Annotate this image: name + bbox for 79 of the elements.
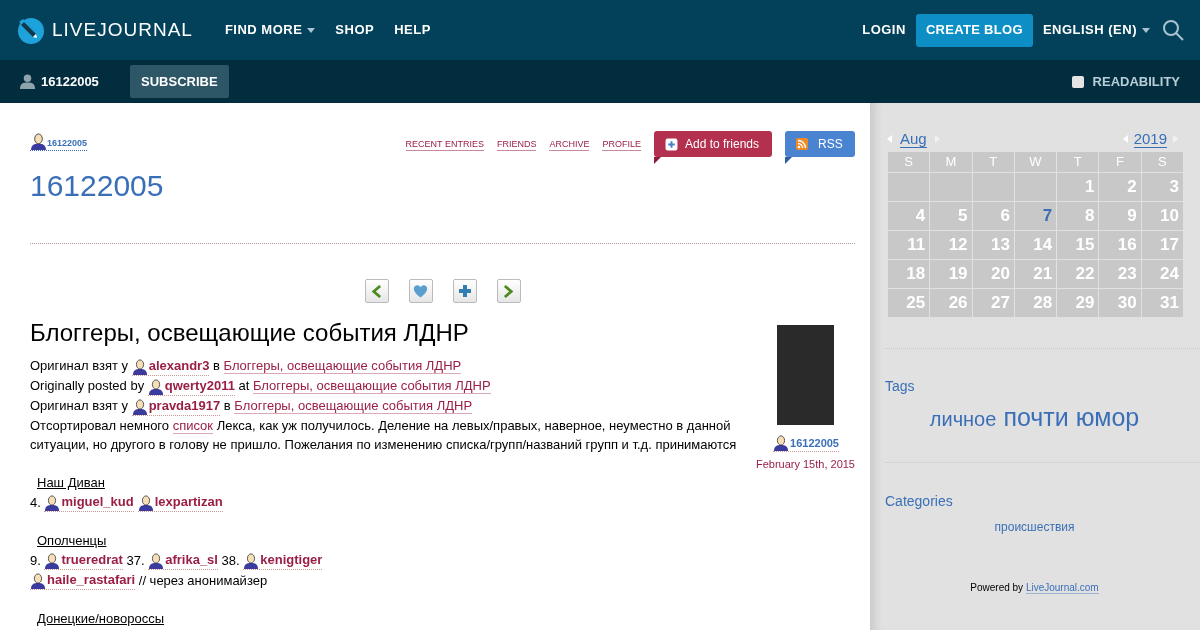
login-link[interactable]: LOGIN [862,20,906,40]
user-icon [243,553,260,569]
memories-button[interactable] [408,279,433,303]
journal-nav-link[interactable]: FRIENDS [496,139,537,151]
section-heading: Ополченцы [37,533,107,548]
tag-link[interactable]: юмор [1075,398,1140,436]
entry-text: Originally posted by qwerty2011 at Блоггеры, освещающие события ЛДНР [30,376,745,396]
entry-text: Оригинал взят у pravda1917 в Блоггеры, освещающие события ЛДНР [30,396,745,416]
livejournal-link[interactable]: LiveJournal.com [1025,582,1099,594]
user-icon [131,399,148,415]
caret-icon [1142,27,1150,33]
nav-link[interactable]: HELP [394,20,431,40]
post-link[interactable]: список [172,418,214,434]
add-button[interactable] [452,279,477,303]
journal-username: 16122005 [41,72,99,91]
month-link[interactable]: Aug [900,130,927,148]
logo-text: LIVEJOURNAL [52,17,193,42]
user-icon [44,553,61,569]
language-selector[interactable]: ENGLISH (EN) [1042,20,1150,40]
post-link[interactable]: Блоггеры, освещающие события ЛДНР [234,398,473,414]
user-icon [131,359,148,375]
entry-text: haile_rastafari // через анонимайзер [30,570,745,590]
plus-icon [457,284,472,298]
rss-button[interactable]: RSS [785,131,855,157]
category-link[interactable]: происшествия [994,518,1075,536]
readability-label: READABILITY [1092,72,1180,91]
user-icon [30,133,47,150]
section-heading: Донецкие/новороссы [37,611,165,626]
section-heading: Наш Диван [37,475,105,490]
entry-text: 4. miguel_kud lexpartizan [30,492,224,512]
user-link[interactable]: trueredrat [44,550,123,570]
plus-icon [665,137,678,151]
user-link[interactable]: qwerty2011 [147,376,235,396]
journal-nav-link[interactable]: PROFILE [602,139,641,151]
user-icon [147,379,164,395]
post-link[interactable]: Блоггеры, освещающие события ЛДНР [223,358,462,374]
categories-heading: Categories [885,492,954,511]
tags-heading: Tags [885,376,916,396]
previous-button[interactable] [364,279,389,303]
subscribe-button[interactable]: SUBSCRIBE [129,65,229,98]
user-link[interactable]: afrika_sl [148,550,218,570]
journal-title: 16122005 [30,169,165,203]
entry-date: February 15th, 2015 [755,457,855,472]
logo-icon [16,16,44,44]
add-to-friends-button[interactable]: Add to friends [654,131,772,157]
user-icon [148,553,165,569]
journal-nav-link[interactable]: ARCHIVE [549,139,590,151]
entry-text: Оригинал взят у alexandr3 в Блоггеры, освещающие события ЛДНР [30,356,745,376]
rss-icon [796,138,808,150]
user-link[interactable]: haile_rastafari [30,570,136,590]
create-blog-button[interactable]: CREATE BLOG [915,13,1033,47]
user-icon [30,573,46,589]
user-icon [773,435,790,451]
caret-icon [307,27,316,33]
powered-by-text: Powered by LiveJournal.com [969,581,1100,595]
year-link[interactable]: 2019 [1133,130,1167,148]
nav-link[interactable]: FIND MORE [224,20,316,40]
entry-text: Отсортировал немного список Лекса, как уж получилось. Деление на левых/правых, наверное, неуместно в данной ситуации, но другого в голову не пришло. Пожелания по изменению списка/групп/названий групп и т.д. принимаются [30,417,738,454]
user-icon [44,495,61,511]
next-button[interactable] [496,279,521,303]
post-link[interactable]: Блоггеры, освещающие события ЛДНР [252,378,491,394]
nav-link[interactable]: SHOP [335,20,375,40]
journal-user-link[interactable]: 16122005 [30,133,88,151]
heart-icon [413,284,428,298]
readability-checkbox[interactable] [1071,75,1084,88]
user-icon [20,74,35,89]
user-link[interactable]: lexpartizan [137,492,223,512]
entry-text: 9. trueredrat 37. afrika_sl 38. kenigtiger [30,550,324,570]
tag-link[interactable]: личное [929,403,997,434]
user-link[interactable]: alexandr3 [131,356,210,376]
user-icon [137,495,154,511]
tag-link[interactable]: почти [1003,398,1069,436]
user-link[interactable]: 16122005 [773,434,839,452]
journal-nav-link[interactable]: RECENT ENTRIES [405,139,484,151]
entry-title: Блоггеры, освещающие события ЛДНР [30,319,470,347]
user-link[interactable]: kenigtiger [243,550,323,570]
user-link[interactable]: pravda1917 [131,396,221,416]
user-link[interactable]: miguel_kud [44,492,134,512]
search-icon[interactable] [1162,19,1184,41]
